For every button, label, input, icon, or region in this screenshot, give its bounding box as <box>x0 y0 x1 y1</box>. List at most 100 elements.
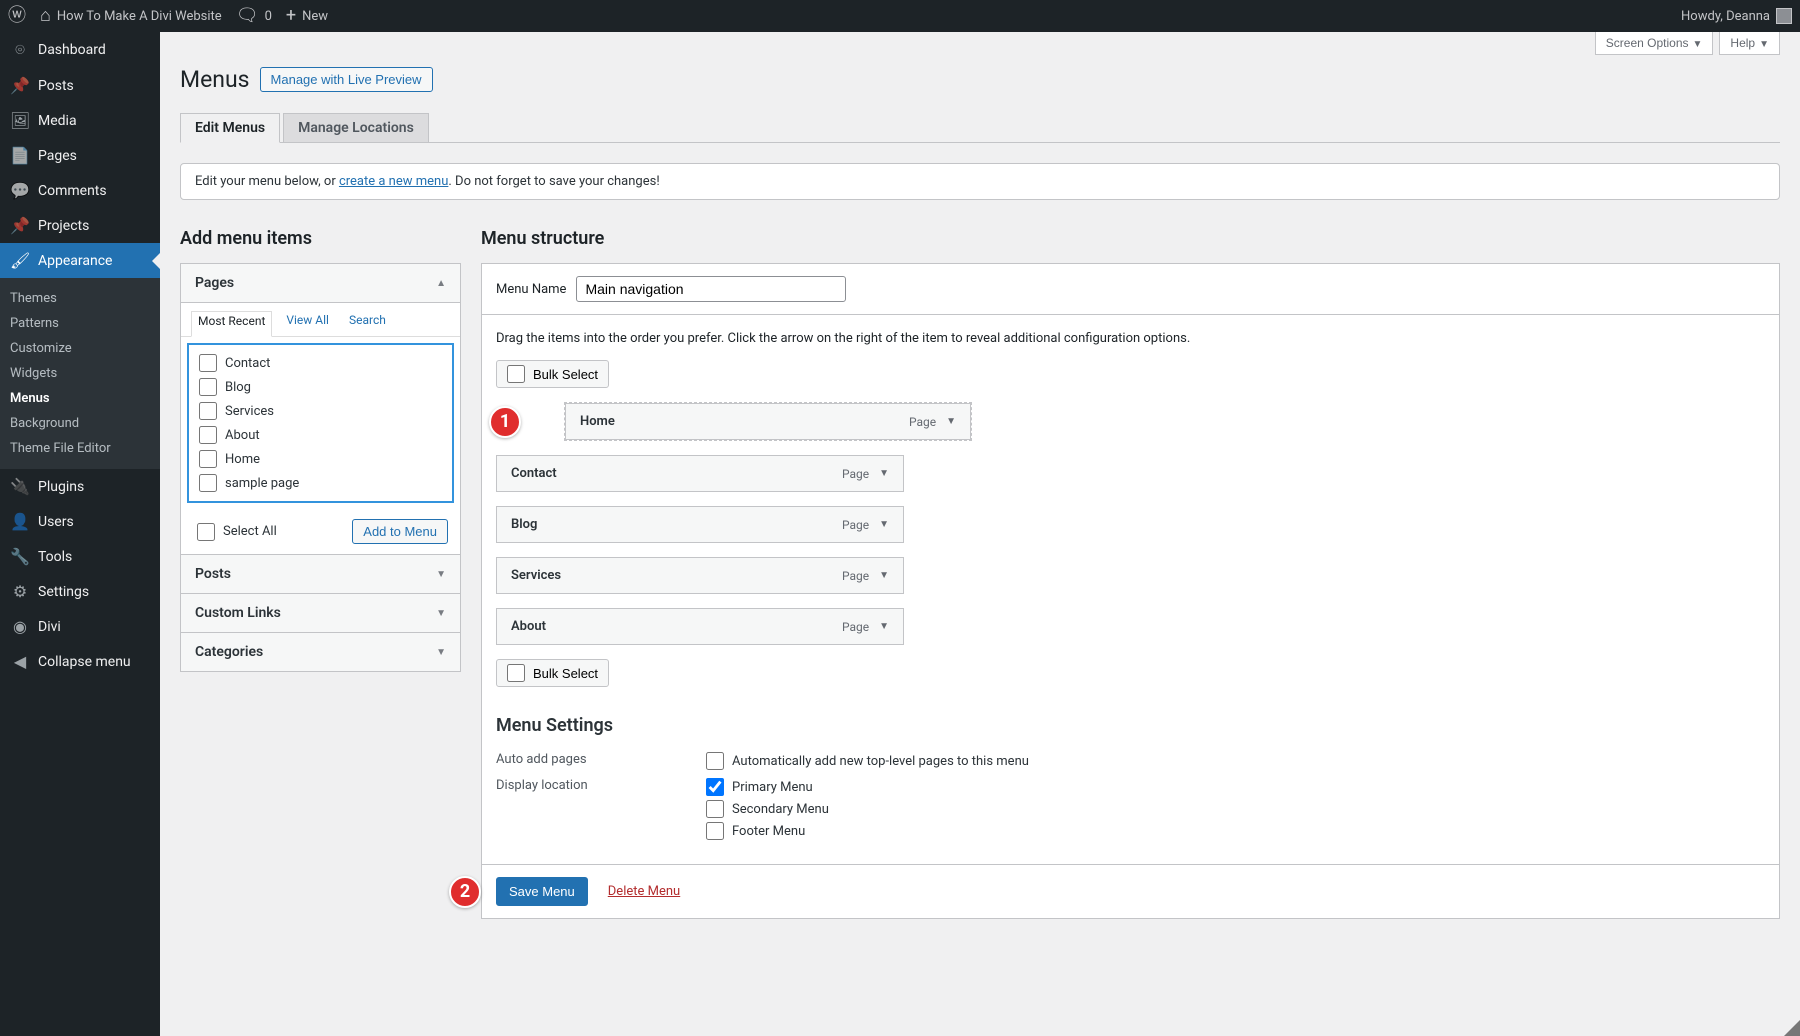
menu-item[interactable]: BlogPage ▼ <box>496 506 904 543</box>
drag-hint: Drag the items into the order you prefer… <box>496 331 1765 346</box>
page-option[interactable]: Contact <box>195 351 446 375</box>
chevron-down-icon: ▼ <box>436 647 446 658</box>
site-name: How To Make A Divi Website <box>57 9 222 24</box>
chevron-down-icon[interactable]: ▼ <box>879 570 889 581</box>
menu-item[interactable]: ContactPage ▼ <box>496 455 904 492</box>
delete-menu-link[interactable]: Delete Menu <box>608 884 680 899</box>
chevron-down-icon[interactable]: ▼ <box>879 621 889 632</box>
display-location-label: Display location <box>496 778 676 793</box>
sidebar-item-pages[interactable]: 📄Pages <box>0 138 160 173</box>
auto-add-label: Auto add pages <box>496 752 676 767</box>
bulk-select-checkbox[interactable] <box>507 365 525 383</box>
comments-link[interactable]: 🗨0 <box>236 7 272 25</box>
menu-icon: 🔧 <box>10 547 30 566</box>
main-content: Screen Options▼ Help▼ Menus Manage with … <box>160 32 1800 1036</box>
site-link[interactable]: ⌂ How To Make A Divi Website <box>40 7 222 25</box>
page-checkbox[interactable] <box>199 474 217 492</box>
menu-icon: ◉ <box>10 617 30 636</box>
info-notice: Edit your menu below, or create a new me… <box>180 163 1780 200</box>
add-items-heading: Add menu items <box>180 228 461 249</box>
auto-add-checkbox[interactable] <box>706 752 724 770</box>
page-option[interactable]: sample page <box>195 471 446 495</box>
menu-structure-box: Menu Name Drag the items into the order … <box>481 263 1780 919</box>
chevron-down-icon[interactable]: ▼ <box>946 416 956 427</box>
sidebar-item-settings[interactable]: ⚙Settings <box>0 574 160 609</box>
menu-item[interactable]: AboutPage ▼ <box>496 608 904 645</box>
sidebar-item-media[interactable]: 🖼Media <box>0 103 160 138</box>
sidebar-item-divi[interactable]: ◉Divi <box>0 609 160 644</box>
page-option[interactable]: Services <box>195 399 446 423</box>
accordion-custom-links[interactable]: Custom Links ▼ <box>181 593 460 632</box>
sidebar-item-tools[interactable]: 🔧Tools <box>0 539 160 574</box>
resize-handle-icon <box>1784 1020 1800 1036</box>
help-button[interactable]: Help▼ <box>1719 32 1780 55</box>
bulk-select-bottom-button[interactable]: Bulk Select <box>496 659 609 687</box>
new-label: New <box>302 9 328 24</box>
sidebar-item-collapse-menu[interactable]: ◀Collapse menu <box>0 644 160 679</box>
sidebar-sub-menus[interactable]: Menus <box>0 386 160 411</box>
avatar <box>1776 8 1792 24</box>
new-content-link[interactable]: +New <box>286 7 328 25</box>
chevron-down-icon: ▼ <box>436 608 446 619</box>
sidebar-sub-themes[interactable]: Themes <box>0 286 160 311</box>
page-checkbox[interactable] <box>199 378 217 396</box>
sidebar-item-users[interactable]: 👤Users <box>0 504 160 539</box>
location-option[interactable]: Footer Menu <box>706 822 829 840</box>
menu-icon: 🖌 <box>10 251 30 270</box>
live-preview-button[interactable]: Manage with Live Preview <box>260 67 433 92</box>
page-checkbox[interactable] <box>199 450 217 468</box>
location-checkbox[interactable] <box>706 778 724 796</box>
sidebar-sub-patterns[interactable]: Patterns <box>0 311 160 336</box>
menu-icon: 🔌 <box>10 477 30 496</box>
page-option[interactable]: About <box>195 423 446 447</box>
select-all-checkbox[interactable] <box>197 523 215 541</box>
sidebar-item-projects[interactable]: 📌Projects <box>0 208 160 243</box>
screen-options-button[interactable]: Screen Options▼ <box>1595 32 1714 55</box>
save-menu-button[interactable]: Save Menu <box>496 877 588 906</box>
sidebar-sub-widgets[interactable]: Widgets <box>0 361 160 386</box>
create-menu-link[interactable]: create a new menu <box>339 174 448 189</box>
home-icon: ⌂ <box>40 7 51 25</box>
location-option[interactable]: Primary Menu <box>706 778 829 796</box>
tab-manage-locations[interactable]: Manage Locations <box>283 113 429 143</box>
sidebar-item-appearance[interactable]: 🖌Appearance <box>0 243 160 278</box>
chevron-down-icon[interactable]: ▼ <box>879 519 889 530</box>
page-option[interactable]: Blog <box>195 375 446 399</box>
location-checkbox[interactable] <box>706 822 724 840</box>
accordion-categories[interactable]: Categories ▼ <box>181 632 460 671</box>
location-option[interactable]: Secondary Menu <box>706 800 829 818</box>
location-checkbox[interactable] <box>706 800 724 818</box>
mini-tab-search[interactable]: Search <box>343 311 392 336</box>
accordion-posts[interactable]: Posts ▼ <box>181 554 460 593</box>
sidebar-sub-customize[interactable]: Customize <box>0 336 160 361</box>
mini-tab-view-all[interactable]: View All <box>280 311 335 336</box>
accordion-pages[interactable]: Pages ▲ <box>181 264 460 302</box>
auto-add-option[interactable]: Automatically add new top-level pages to… <box>706 752 1029 770</box>
add-to-menu-button[interactable]: Add to Menu <box>352 519 448 544</box>
sidebar-item-comments[interactable]: 💬Comments <box>0 173 160 208</box>
tab-edit-menus[interactable]: Edit Menus <box>180 113 280 143</box>
menu-name-input[interactable] <box>576 276 846 302</box>
sidebar-item-plugins[interactable]: 🔌Plugins <box>0 469 160 504</box>
comments-count: 0 <box>265 9 272 24</box>
account-link[interactable]: Howdy, Deanna <box>1681 8 1792 24</box>
wp-logo[interactable]: ⓦ <box>8 7 26 25</box>
sidebar-item-posts[interactable]: 📌Posts <box>0 68 160 103</box>
sidebar-sub-theme-file-editor[interactable]: Theme File Editor <box>0 436 160 461</box>
bulk-select-checkbox[interactable] <box>507 664 525 682</box>
mini-tab-most-recent[interactable]: Most Recent <box>191 311 272 337</box>
page-checkbox[interactable] <box>199 402 217 420</box>
menu-icon: 📌 <box>10 216 30 235</box>
menu-item[interactable]: ServicesPage ▼ <box>496 557 904 594</box>
menu-item[interactable]: 1 Home Page ▼ <box>565 403 971 440</box>
sidebar-sub-background[interactable]: Background <box>0 411 160 436</box>
chevron-down-icon[interactable]: ▼ <box>879 468 889 479</box>
page-option[interactable]: Home <box>195 447 446 471</box>
page-checkbox[interactable] <box>199 426 217 444</box>
select-all[interactable]: Select All <box>193 520 281 544</box>
chevron-down-icon: ▼ <box>1693 39 1703 50</box>
bulk-select-top-button[interactable]: Bulk Select <box>496 360 609 388</box>
sidebar-item-dashboard[interactable]: ⌾Dashboard <box>0 32 160 68</box>
wordpress-icon: ⓦ <box>8 7 26 25</box>
page-checkbox[interactable] <box>199 354 217 372</box>
